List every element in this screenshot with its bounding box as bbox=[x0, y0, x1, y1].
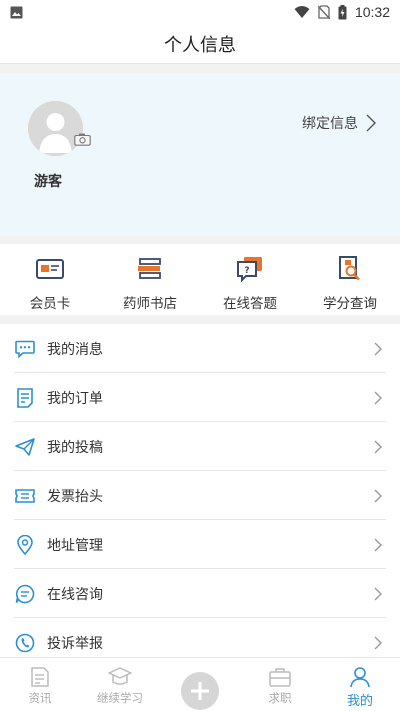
chevron-right-icon bbox=[374, 587, 382, 600]
tab-label: 继续学习 bbox=[97, 691, 143, 705]
person-icon bbox=[350, 667, 370, 688]
user-name: 游客 bbox=[34, 174, 62, 190]
menu-item-label: 地址管理 bbox=[47, 537, 103, 554]
order-icon bbox=[17, 387, 33, 408]
camera-icon[interactable] bbox=[74, 133, 91, 146]
chevron-right-icon bbox=[374, 538, 382, 551]
menu-item-label: 在线咨询 bbox=[47, 586, 103, 603]
status-bar: 10:32 bbox=[0, 0, 400, 24]
bookstore-icon bbox=[138, 258, 161, 279]
menu-item-address[interactable]: 地址管理 bbox=[0, 520, 400, 569]
tab-label: 求职 bbox=[268, 691, 292, 705]
quick-action-label: 会员卡 bbox=[29, 296, 71, 312]
quick-action-online-quiz[interactable]: ? 在线答题 bbox=[200, 244, 300, 315]
menu-item-label: 我的投稿 bbox=[47, 439, 103, 456]
tab-add[interactable] bbox=[160, 658, 240, 711]
bind-info-label: 绑定信息 bbox=[302, 116, 358, 132]
quick-action-label: 学分查询 bbox=[323, 296, 377, 312]
menu-item-label: 发票抬头 bbox=[47, 488, 103, 505]
menu-item-label: 我的消息 bbox=[47, 341, 103, 358]
menu-item-invoice[interactable]: 发票抬头 bbox=[0, 471, 400, 520]
location-icon bbox=[17, 534, 33, 555]
consult-icon bbox=[15, 584, 35, 603]
tab-continue-learning[interactable]: 继续学习 bbox=[80, 658, 160, 711]
avatar[interactable] bbox=[28, 101, 83, 156]
menu-item-submissions[interactable]: 我的投稿 bbox=[0, 422, 400, 471]
tab-mine[interactable]: 我的 bbox=[320, 658, 400, 711]
no-sim-icon bbox=[317, 5, 330, 19]
wifi-icon bbox=[294, 6, 310, 18]
credit-search-icon bbox=[339, 256, 360, 281]
image-notification-icon bbox=[10, 6, 23, 18]
page-title: 个人信息 bbox=[164, 34, 236, 56]
message-icon bbox=[15, 340, 35, 358]
menu-item-orders[interactable]: 我的订单 bbox=[0, 373, 400, 422]
profile-section: 游客 绑定信息 bbox=[0, 73, 400, 236]
briefcase-icon bbox=[269, 668, 291, 687]
chevron-right-icon bbox=[374, 440, 382, 453]
quick-actions: 会员卡 药师书店 ? 在线答题 学分查询 bbox=[0, 244, 400, 315]
quick-action-member-card[interactable]: 会员卡 bbox=[0, 244, 100, 315]
complaint-icon bbox=[15, 633, 35, 652]
chevron-right-icon bbox=[366, 114, 376, 132]
quiz-icon: ? bbox=[237, 257, 262, 282]
battery-icon bbox=[338, 4, 347, 19]
member-card-icon bbox=[36, 259, 64, 279]
page-header: 个人信息 bbox=[0, 24, 400, 64]
quick-action-bookstore[interactable]: 药师书店 bbox=[100, 244, 200, 315]
chevron-right-icon bbox=[374, 391, 382, 404]
menu-item-label: 我的订单 bbox=[47, 390, 103, 407]
add-button[interactable] bbox=[181, 672, 219, 710]
menu-list: 我的消息 我的订单 我的投稿 发票抬头 地址管理 在线咨询 投诉举报 bbox=[0, 324, 400, 667]
tab-jobs[interactable]: 求职 bbox=[240, 658, 320, 711]
menu-item-messages[interactable]: 我的消息 bbox=[0, 324, 400, 373]
invoice-icon bbox=[15, 488, 35, 503]
graduation-cap-icon bbox=[108, 667, 132, 685]
quick-action-label: 药师书店 bbox=[123, 296, 177, 312]
news-icon bbox=[31, 667, 49, 687]
default-avatar-icon bbox=[28, 101, 83, 156]
svg-text:?: ? bbox=[244, 266, 249, 276]
tab-news[interactable]: 资讯 bbox=[0, 658, 80, 711]
bottom-tab-bar: 资讯 继续学习 求职 我的 bbox=[0, 657, 400, 711]
quick-action-label: 在线答题 bbox=[223, 296, 277, 312]
quick-action-credit-search[interactable]: 学分查询 bbox=[300, 244, 400, 315]
bind-info-link[interactable]: 绑定信息 bbox=[302, 113, 376, 133]
menu-item-label: 投诉举报 bbox=[47, 635, 103, 652]
chevron-right-icon bbox=[374, 342, 382, 355]
chevron-right-icon bbox=[374, 489, 382, 502]
paper-plane-icon bbox=[15, 437, 35, 456]
tab-label: 我的 bbox=[346, 694, 373, 709]
tab-label: 资讯 bbox=[28, 691, 52, 705]
plus-icon bbox=[191, 682, 209, 700]
menu-item-consult[interactable]: 在线咨询 bbox=[0, 569, 400, 618]
status-time: 10:32 bbox=[354, 4, 390, 20]
chevron-right-icon bbox=[374, 636, 382, 649]
